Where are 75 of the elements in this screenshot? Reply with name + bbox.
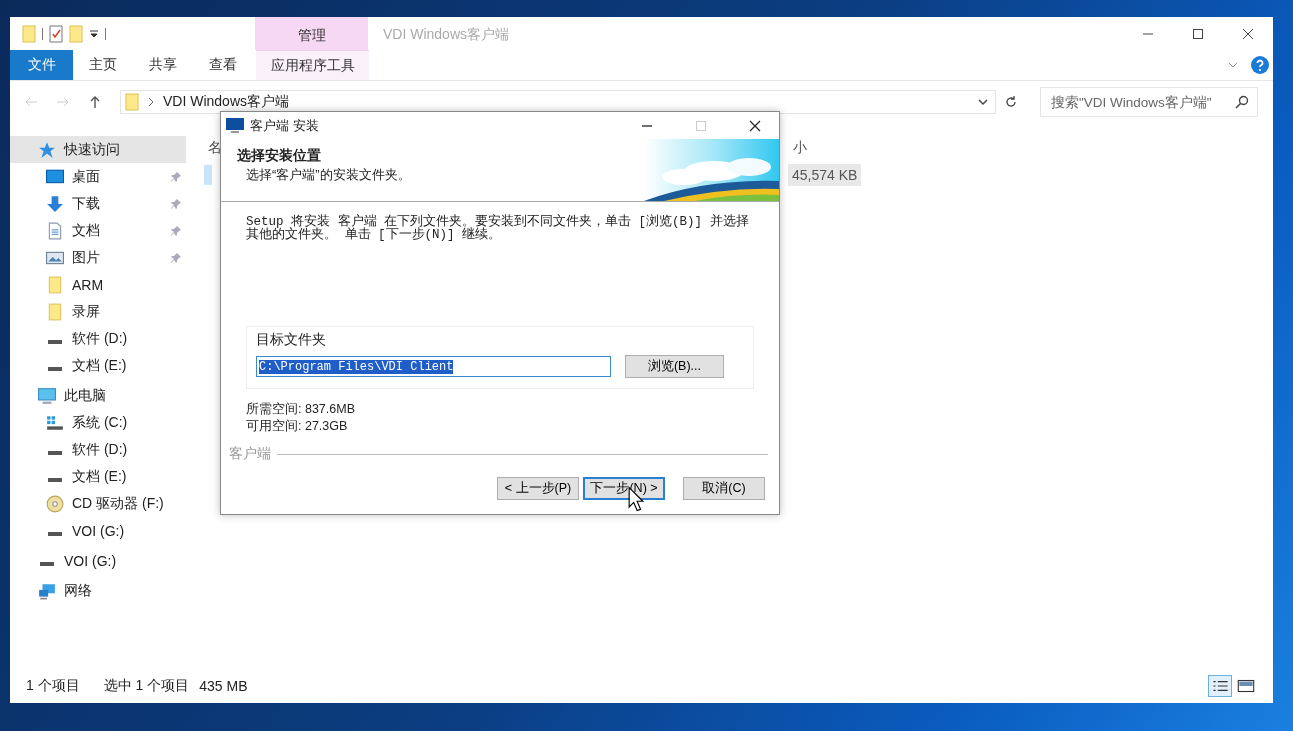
item-count: 1 个项目: [26, 677, 80, 695]
refresh-icon[interactable]: [1004, 95, 1018, 109]
ribbon-tab[interactable]: 文件: [10, 50, 73, 80]
monitor-icon: [226, 117, 244, 134]
sidebar-item[interactable]: 此电脑: [10, 382, 186, 409]
pin-icon[interactable]: [170, 224, 182, 237]
chevron-right-icon: [147, 97, 155, 107]
sidebar-item[interactable]: 软件 (D:): [10, 436, 186, 463]
context-tab-group: 管理: [255, 17, 368, 50]
details-view-icon[interactable]: [1209, 676, 1231, 696]
selection-size: 435 MB: [199, 678, 248, 694]
network-icon: [38, 581, 56, 600]
drive-icon: [48, 450, 62, 455]
sidebar-item[interactable]: 录屏: [10, 298, 186, 325]
pin-icon[interactable]: [170, 251, 182, 264]
chevron-down-icon[interactable]: [977, 96, 989, 108]
close-icon[interactable]: [749, 119, 761, 132]
folder-icon: [46, 275, 64, 294]
computer-icon: [38, 386, 56, 405]
ribbon-tab[interactable]: 应用程序工具: [256, 50, 369, 80]
window-title: VDI Windows客户端: [382, 25, 510, 44]
sidebar-item[interactable]: 软件 (D:): [10, 325, 186, 352]
available-space: 可用空间: 27.3GB: [246, 418, 349, 435]
sidebar-item[interactable]: 下载: [10, 190, 186, 217]
drive-icon: [48, 366, 62, 371]
selection-count: 选中 1 个项目: [103, 677, 190, 695]
star-icon: [38, 140, 56, 159]
drive-icon: [46, 413, 64, 432]
sidebar-item[interactable]: 桌面: [10, 163, 186, 190]
desktop-icon: [46, 167, 64, 186]
folder-path-field[interactable]: C:\Program Files\VDI Client: [256, 356, 611, 377]
browse-button[interactable]: 浏览(B)...: [625, 355, 724, 378]
pin-icon[interactable]: [170, 197, 182, 210]
search-icon: [1235, 95, 1249, 109]
folder-icon: [46, 302, 64, 321]
folder-icon: [125, 93, 139, 111]
sidebar-item[interactable]: VOI (G:): [10, 547, 186, 574]
pin-icon[interactable]: [170, 170, 182, 183]
sidebar-item[interactable]: CD 驱动器 (F:): [10, 490, 186, 517]
sidebar-item[interactable]: 系统 (C:): [10, 409, 186, 436]
drive-icon: [48, 477, 62, 482]
sidebar-item[interactable]: 文档 (E:): [10, 463, 186, 490]
disc-icon: [46, 494, 64, 513]
maximize-icon[interactable]: [1192, 28, 1204, 40]
down-arrow-icon: [46, 194, 64, 213]
sidebar-item[interactable]: 快速访问: [10, 136, 186, 163]
file-size: 45,574 KB: [788, 164, 862, 186]
step-heading: 选择安装位置: [237, 147, 322, 165]
instruction-text: Setup 将安装 客户端 在下列文件夹。要安装到不同文件夹，单击 [浏览(B)] 并选择其他的文件夹。 单击 [下一步(N)] 继续。: [246, 216, 750, 242]
sidebar-item[interactable]: VOI (G:): [10, 517, 186, 544]
up-arrow-icon[interactable]: [88, 95, 102, 109]
sidebar-item[interactable]: 图片: [10, 244, 186, 271]
column-header[interactable]: 小: [793, 139, 807, 157]
sidebar-item[interactable]: ARM: [10, 271, 186, 298]
drive-icon: [48, 531, 62, 536]
step-subheading: 选择“客户端”的安装文件夹。: [245, 166, 412, 184]
wizard-button[interactable]: 取消(C): [683, 477, 765, 500]
drive-icon: [40, 561, 54, 566]
sidebar-item[interactable]: 文档 (E:): [10, 352, 186, 379]
search-field[interactable]: 搜索"VDI Windows客户端": [1040, 87, 1258, 117]
wizard-button[interactable]: < 上一步(P): [497, 477, 579, 500]
maximize-icon: [695, 119, 707, 132]
help-icon[interactable]: [1251, 56, 1269, 74]
group-label: 目标文件夹: [256, 331, 327, 349]
close-icon[interactable]: [1242, 28, 1254, 40]
dialog-title: 客户端 安装: [250, 116, 319, 135]
document-icon: [46, 221, 64, 240]
required-space: 所需空间: 837.6MB: [246, 401, 356, 418]
sidebar-item[interactable]: 网络: [10, 577, 186, 604]
checklist-icon[interactable]: [49, 25, 63, 43]
column-header[interactable]: 名: [208, 139, 222, 157]
drive-icon: [48, 339, 62, 344]
sidebar-item[interactable]: 文档: [10, 217, 186, 244]
brand-text: 客户端: [229, 445, 271, 463]
dropdown-icon[interactable]: [89, 29, 99, 39]
